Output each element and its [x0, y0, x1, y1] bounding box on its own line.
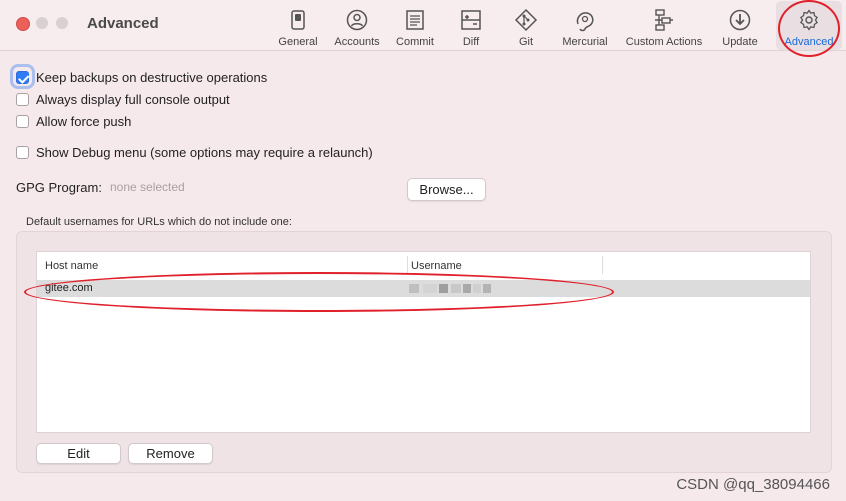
- toolbar-tab-custom-actions[interactable]: Custom Actions: [621, 4, 707, 48]
- toolbar-tab-label: Git: [518, 36, 534, 48]
- diff-icon: [459, 8, 483, 32]
- toolbar-tab-label: Diff: [462, 36, 480, 48]
- gpg-program-label: GPG Program:: [16, 180, 102, 195]
- column-header-host-name[interactable]: Host name: [45, 252, 98, 278]
- toolbar-tab-update[interactable]: Update: [719, 4, 761, 48]
- debug-menu-checkbox-row[interactable]: Show Debug menu (some options may requir…: [16, 145, 373, 160]
- title-bar: Advanced General Accounts Commit Diff Gi…: [0, 0, 846, 51]
- gpg-program-value: none selected: [110, 180, 185, 194]
- toolbar-tab-commit[interactable]: Commit: [393, 4, 437, 48]
- toolbar-tab-label: Update: [722, 36, 758, 48]
- force-push-checkbox-row[interactable]: Allow force push: [16, 114, 131, 129]
- annotation-ellipse-row: [24, 272, 614, 312]
- mercurial-icon: [573, 8, 597, 32]
- keep-backups-checkbox[interactable]: [16, 71, 29, 84]
- remove-button[interactable]: Remove: [128, 443, 213, 464]
- general-icon: [286, 8, 310, 32]
- force-push-checkbox[interactable]: [16, 115, 29, 128]
- browse-button[interactable]: Browse...: [407, 178, 486, 201]
- full-console-checkbox[interactable]: [16, 93, 29, 106]
- debug-menu-label: Show Debug menu (some options may requir…: [36, 145, 373, 160]
- window-title: Advanced: [87, 15, 159, 32]
- update-icon: [728, 8, 752, 32]
- keep-backups-checkbox-row[interactable]: Keep backups on destructive operations: [16, 70, 267, 85]
- commit-icon: [403, 8, 427, 32]
- toolbar-tab-diff[interactable]: Diff: [452, 4, 490, 48]
- keep-backups-label: Keep backups on destructive operations: [36, 70, 268, 85]
- annotation-circle-advanced: [778, 0, 840, 57]
- accounts-icon: [345, 8, 369, 32]
- minimize-window-button[interactable]: [36, 17, 48, 29]
- zoom-window-button[interactable]: [56, 17, 68, 29]
- column-separator: [602, 256, 603, 274]
- close-window-button[interactable]: [16, 17, 30, 31]
- toolbar-tab-git[interactable]: Git: [508, 4, 544, 48]
- custom-actions-icon: [652, 8, 676, 32]
- force-push-label: Allow force push: [36, 114, 132, 129]
- debug-menu-checkbox[interactable]: [16, 146, 29, 159]
- toolbar-tab-label: Custom Actions: [625, 36, 703, 48]
- toolbar-tab-accounts[interactable]: Accounts: [331, 4, 383, 48]
- preferences-window: Advanced General Accounts Commit Diff Gi…: [0, 0, 846, 501]
- toolbar-tab-label: Commit: [396, 36, 434, 48]
- toolbar-tab-mercurial[interactable]: Mercurial: [558, 4, 612, 48]
- column-separator: [407, 256, 408, 274]
- toolbar-tab-general[interactable]: General: [276, 4, 320, 48]
- toolbar-tab-label: Mercurial: [562, 36, 608, 48]
- watermark: CSDN @qq_38094466: [676, 476, 830, 493]
- git-icon: [514, 8, 538, 32]
- edit-button[interactable]: Edit: [36, 443, 121, 464]
- toolbar-tab-label: General: [278, 36, 318, 48]
- full-console-label: Always display full console output: [36, 92, 230, 107]
- full-console-checkbox-row[interactable]: Always display full console output: [16, 92, 230, 107]
- toolbar-tab-label: Accounts: [334, 36, 380, 48]
- default-usernames-label: Default usernames for URLs which do not …: [26, 216, 292, 228]
